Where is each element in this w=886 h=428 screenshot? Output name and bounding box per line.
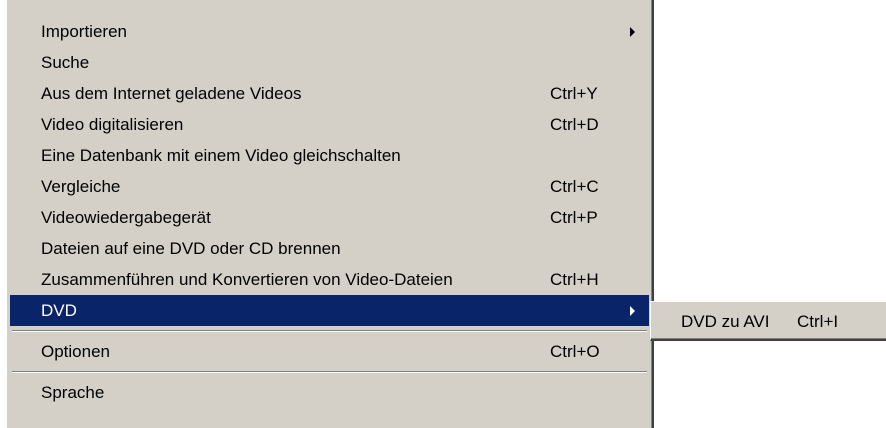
menu-item-label: Video digitalisieren xyxy=(41,114,184,134)
menu-item-dvd-cd-brennen[interactable]: Dateien auf eine DVD oder CD brennen xyxy=(10,233,649,264)
menu-item-shortcut: Ctrl+D xyxy=(550,114,599,134)
menu-separator xyxy=(10,367,649,377)
menu-item-video-digitalisieren[interactable]: Video digitalisieren Ctrl+D xyxy=(10,109,649,140)
menu-item-sprache[interactable]: Sprache xyxy=(10,377,649,408)
menu-item-label: Sprache xyxy=(41,382,105,402)
menu-item-label: Zusammenführen und Konvertieren von Vide… xyxy=(41,269,453,289)
menu-item-zusammenfuehren[interactable]: Zusammenführen und Konvertieren von Vide… xyxy=(10,264,649,295)
menu-item-videowiedergabegeraet[interactable]: Videowiedergabegerät Ctrl+P xyxy=(10,202,649,233)
menu-item-label: Dateien auf eine DVD oder CD brennen xyxy=(41,238,341,258)
context-menu: Importieren Suche Aus dem Internet gelad… xyxy=(6,0,654,428)
menu-item-vergleiche[interactable]: Vergleiche Ctrl+C xyxy=(10,171,649,202)
menu-item-label: Eine Datenbank mit einem Video gleichsch… xyxy=(41,145,401,165)
submenu-item-dvd-zu-avi[interactable]: DVD zu AVI Ctrl+I xyxy=(653,307,886,337)
submenu-arrow-icon xyxy=(630,26,635,37)
menu-item-label: Optionen xyxy=(41,341,110,361)
menu-item-shortcut: Ctrl+C xyxy=(550,176,599,196)
menu-item-label: DVD xyxy=(41,300,77,320)
menu-item-label: Vergleiche xyxy=(41,176,121,196)
menu-item-label: Videowiedergabegerät xyxy=(41,207,211,227)
menu-item-label: Importieren xyxy=(41,21,127,41)
menu-item-label: Aus dem Internet geladene Videos xyxy=(41,83,302,103)
menu-separator xyxy=(10,326,649,336)
menu-item-shortcut: Ctrl+P xyxy=(550,207,598,227)
menu-item-dvd[interactable]: DVD xyxy=(10,295,649,326)
menu-item-shortcut: Ctrl+O xyxy=(550,341,600,361)
menu-items: Importieren Suche Aus dem Internet gelad… xyxy=(10,16,649,408)
submenu-item-shortcut: Ctrl+I xyxy=(797,312,839,331)
menu-item-shortcut: Ctrl+Y xyxy=(550,83,598,103)
menu-item-internet-videos[interactable]: Aus dem Internet geladene Videos Ctrl+Y xyxy=(10,78,649,109)
submenu-arrow-icon xyxy=(630,305,635,316)
menu-item-suche[interactable]: Suche xyxy=(10,47,649,78)
menu-item-optionen[interactable]: Optionen Ctrl+O xyxy=(10,336,649,367)
menu-item-shortcut: Ctrl+H xyxy=(550,269,599,289)
menu-item-importieren[interactable]: Importieren xyxy=(10,16,649,47)
menu-item-datenbank-gleichschalten[interactable]: Eine Datenbank mit einem Video gleichsch… xyxy=(10,140,649,171)
dvd-submenu: DVD zu AVI Ctrl+I xyxy=(650,301,886,341)
submenu-item-label: DVD zu AVI xyxy=(681,312,770,331)
menu-item-label: Suche xyxy=(41,52,90,72)
